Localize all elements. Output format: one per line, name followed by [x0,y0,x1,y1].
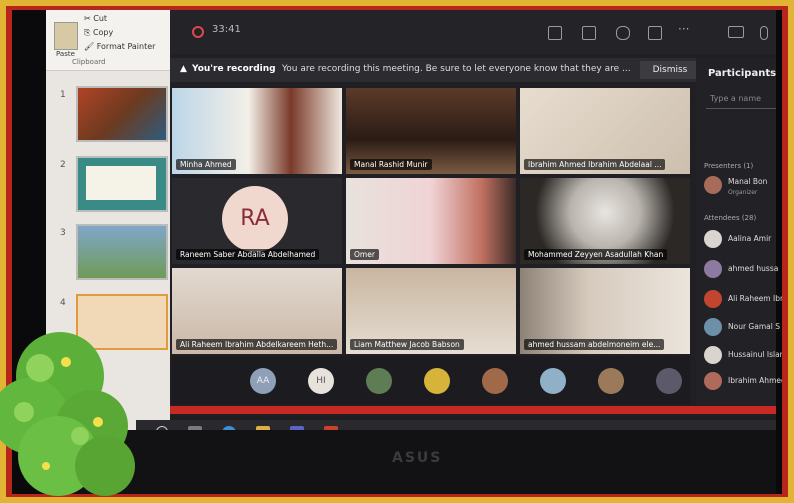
presenters-header[interactable]: Presenters (1) [704,162,753,170]
slide-number: 2 [60,160,66,170]
slide-thumbnail-1[interactable] [76,86,168,142]
participant-name: Ali Raheem Ibrahim Abdelkareem Heth... [176,339,338,350]
participant-name: Minha Ahmed [176,159,236,170]
banner-text: You are recording this meeting. Be sure … [282,64,631,74]
paste-button[interactable]: Paste [56,50,75,58]
cut-label: Cut [93,14,108,23]
format-painter-label: Format Painter [96,42,156,51]
slide-number: 1 [60,90,66,100]
participant-name: Raneem Saber Abdalla Abdelhamed [176,249,320,260]
video-tile[interactable]: Omer [346,178,516,264]
ppt-status-bar [170,406,776,414]
participants-panel: Participants Type a name Presenters (1) … [696,58,782,406]
video-tile[interactable]: Minha Ahmed [172,88,342,174]
slide-thumbnail-2[interactable] [76,156,168,212]
meeting-timer: 33:41 [212,24,241,35]
format-painter-button[interactable]: 🖌 Format Painter [84,42,155,51]
video-grid: Minha Ahmed Manal Rashid Munir Ibrahim A… [172,88,690,354]
ppt-ribbon: Paste ✂ Cut ⎘ Copy 🖌 Format Painter Clip… [46,10,170,71]
avatar: RA [222,186,288,252]
avatar[interactable]: AA [250,368,276,394]
panel-title: Participants [708,68,777,79]
participant-name: Ibrahim Ahmed [728,376,782,385]
participant-name: Manal Rashid Munir [350,159,432,170]
participant-name: Ibrahim Ahmed Ibrahim Abdelaal ... [524,159,666,170]
avatar[interactable]: HI [308,368,334,394]
microphone-icon[interactable] [760,26,768,40]
bush-sticker-icon [0,332,135,496]
participant-name: Aalina Amir [728,234,772,243]
participant-search-input[interactable]: Type a name [706,90,776,109]
video-tile[interactable]: RA Raneem Saber Abdalla Abdelhamed [172,178,342,264]
avatar[interactable] [366,368,392,394]
participant-item[interactable]: Ali Raheem Ibr [704,290,782,308]
participant-name: ahmed hussam abdelmoneim ele... [524,339,665,350]
avatar [704,290,722,308]
avatar [704,318,722,336]
overflow-avatars: AA HI [172,356,690,404]
avatar[interactable] [482,368,508,394]
avatar[interactable] [540,368,566,394]
dismiss-button[interactable]: Dismiss [640,61,700,79]
chat-icon[interactable] [582,26,596,40]
participant-name: Hussainul Islam [728,350,782,359]
copy-label: Copy [92,28,114,37]
avatar [704,372,722,390]
warning-icon: ▲ [180,64,187,74]
cut-button[interactable]: ✂ Cut [84,14,107,23]
participant-role: Organizer [728,189,758,196]
participant-item[interactable]: Ibrahim Ahmed [704,372,782,390]
avatar [704,176,722,194]
attendees-header[interactable]: Attendees (28) [704,214,756,222]
recording-icon [192,26,204,38]
video-tile[interactable]: Ali Raheem Ibrahim Abdelkareem Heth... [172,268,342,354]
video-tile[interactable]: ahmed hussam abdelmoneim ele... [520,268,690,354]
more-options-icon[interactable]: ··· [678,22,689,36]
participant-name: Ali Raheem Ibr [728,294,782,303]
teams-meeting-window: 33:41 ··· ▲ You're recording You are rec… [170,10,782,406]
share-screen-icon[interactable] [648,26,662,40]
camera-icon[interactable] [728,26,744,38]
participant-name: Mohammed Zeyyen Asadullah Khan [524,249,668,260]
participant-item[interactable]: Aalina Amir [704,230,776,248]
recording-banner: ▲ You're recording You are recording thi… [170,58,710,82]
participant-item[interactable]: Manal Bon Organizer [704,176,776,196]
avatar [704,260,722,278]
copy-button[interactable]: ⎘ Copy [84,28,113,38]
avatar [704,346,722,364]
video-tile[interactable]: Ibrahim Ahmed Ibrahim Abdelaal ... [520,88,690,174]
participant-name: Manal Bon [728,177,768,186]
video-tile[interactable]: Liam Matthew Jacob Babson [346,268,516,354]
monitor-brand-logo: ASUS [392,450,443,466]
clipboard-group-label: Clipboard [72,58,106,66]
avatar[interactable] [424,368,450,394]
participant-item[interactable]: Hussainul Islam [704,346,782,364]
participant-name: Liam Matthew Jacob Babson [350,339,464,350]
slide-thumbnail-3[interactable] [76,224,168,280]
participant-name: ahmed hussa [728,264,779,273]
participants-icon[interactable] [548,26,562,40]
screen: Paste ✂ Cut ⎘ Copy 🖌 Format Painter Clip… [46,10,782,448]
avatar[interactable] [598,368,624,394]
slide-number: 3 [60,228,66,238]
video-tile[interactable]: Mohammed Zeyyen Asadullah Khan [520,178,690,264]
avatar [704,230,722,248]
participant-name: Omer [350,249,379,260]
meeting-topbar: 33:41 ··· [170,10,776,54]
participant-name: Nour Gamal S [728,322,780,331]
avatar[interactable] [656,368,682,394]
participant-item[interactable]: Nour Gamal S [704,318,780,336]
banner-title: You're recording [192,64,276,74]
slide-number: 4 [60,298,66,308]
raise-hand-icon[interactable] [616,26,630,40]
video-tile[interactable]: Manal Rashid Munir [346,88,516,174]
paste-icon[interactable] [54,22,78,50]
participant-item[interactable]: ahmed hussa [704,260,779,278]
